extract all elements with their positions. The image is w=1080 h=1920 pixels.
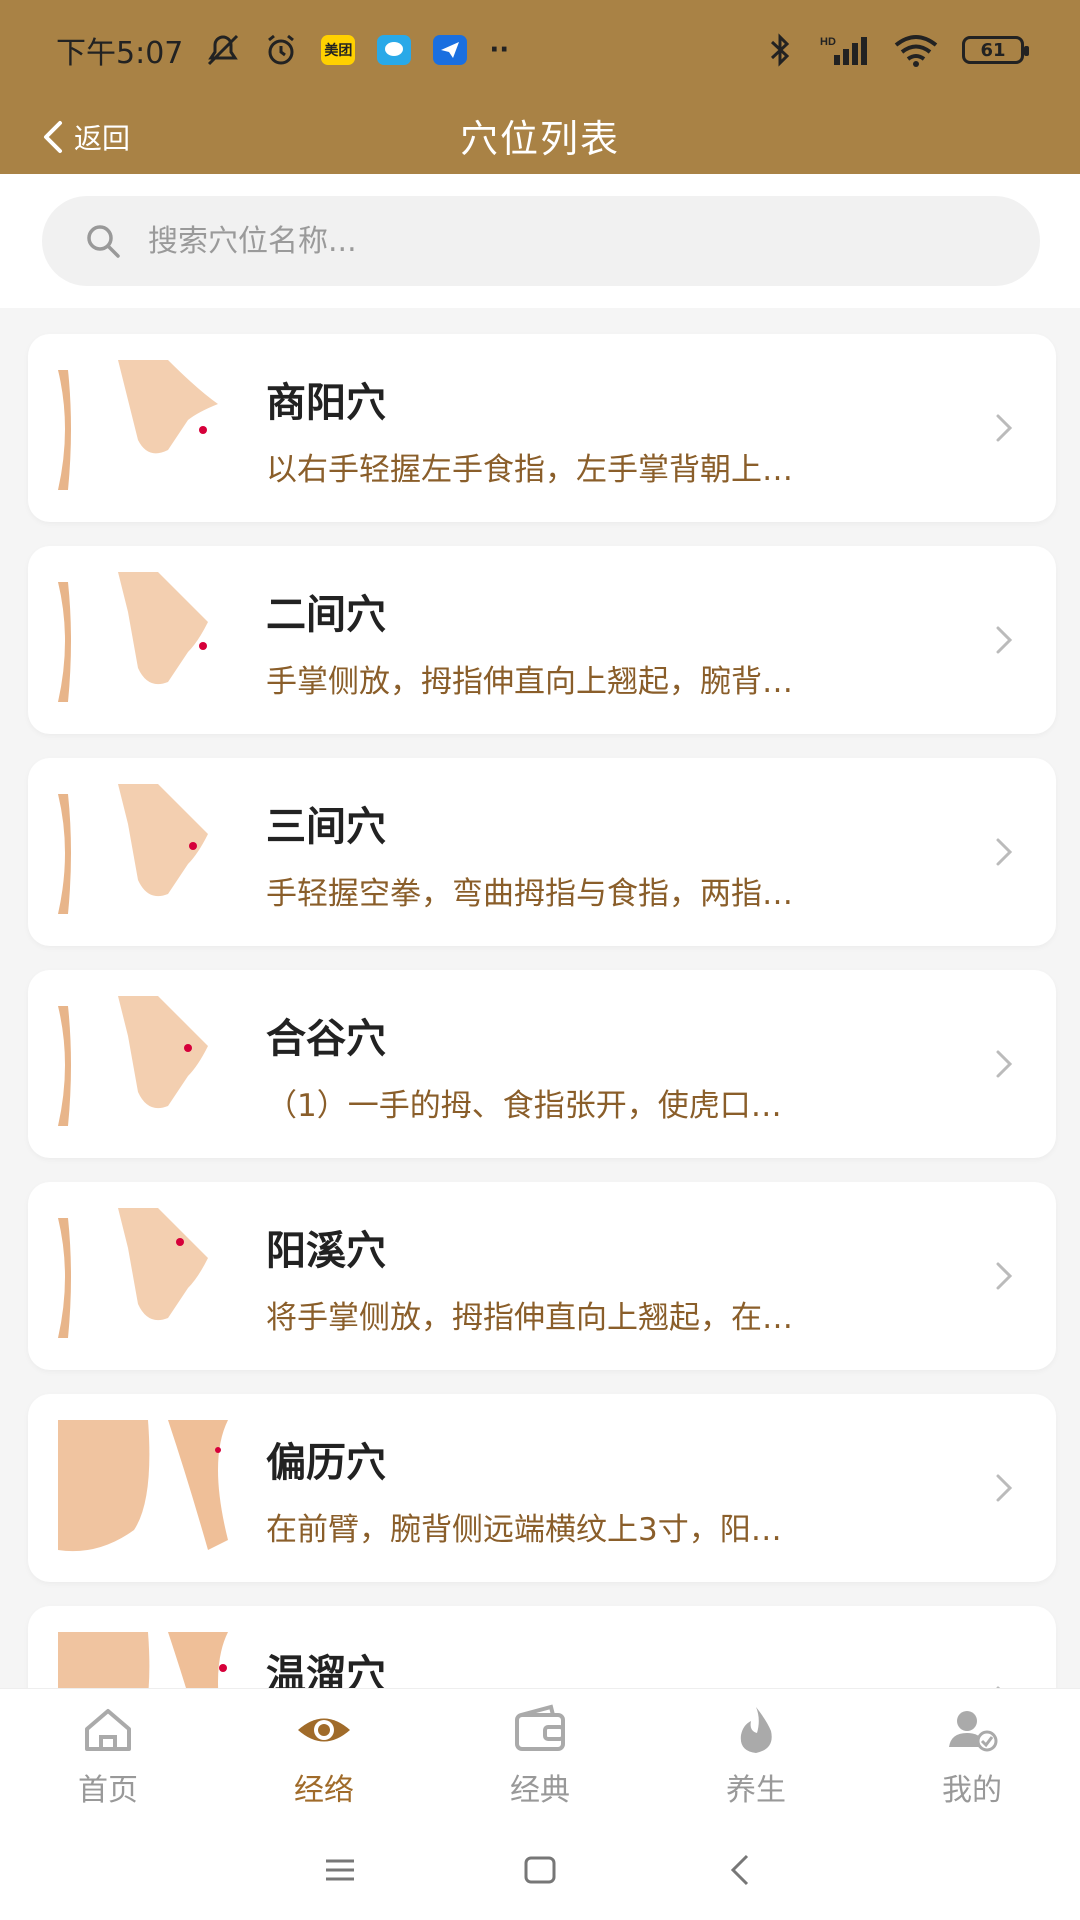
flame-icon bbox=[740, 1707, 772, 1753]
tab-label: 经络 bbox=[294, 1773, 354, 1808]
chevron-right-icon bbox=[996, 1050, 1013, 1078]
hand-thumbnail bbox=[58, 572, 258, 708]
alarm-icon bbox=[263, 32, 299, 68]
tab-label: 经典 bbox=[510, 1773, 570, 1808]
battery-indicator: 61 bbox=[962, 36, 1029, 64]
meituan-app-icon: 美团 bbox=[321, 35, 356, 65]
eye-icon bbox=[298, 1718, 350, 1742]
app-header: 下午5:07 美团 ·· HD 61 返回 穴位列表 bbox=[0, 0, 1080, 174]
more-notifications-icon: ·· bbox=[489, 35, 510, 65]
acupoint-item[interactable]: 阳溪穴 将手掌侧放，拇指伸直向上翘起，在… bbox=[28, 1182, 1056, 1370]
search-input[interactable] bbox=[146, 222, 950, 260]
acupoint-name: 合谷穴 bbox=[266, 1016, 386, 1062]
tab-home[interactable]: 首页 bbox=[0, 1689, 216, 1821]
acupoint-item[interactable]: 合谷穴 （1）一手的拇、食指张开，使虎口… bbox=[28, 970, 1056, 1158]
acupoint-desc: 手轻握空拳，弯曲拇指与食指，两指… bbox=[266, 876, 793, 912]
acupoint-desc: 将手掌侧放，拇指伸直向上翘起，在… bbox=[266, 1300, 793, 1336]
signal-icon: HD bbox=[820, 32, 870, 68]
acupoint-desc: （1）一手的拇、食指张开，使虎口… bbox=[266, 1088, 782, 1124]
tab-meridian[interactable]: 经络 bbox=[216, 1689, 432, 1821]
bluetooth-icon bbox=[762, 32, 798, 68]
acupoint-item[interactable]: 偏历穴 在前臂，腕背侧远端横纹上3寸，阳… bbox=[28, 1394, 1056, 1582]
search-icon bbox=[87, 225, 120, 258]
tab-profile[interactable]: 我的 bbox=[864, 1689, 1080, 1821]
acupoint-name: 偏历穴 bbox=[266, 1440, 386, 1486]
status-time: 下午5:07 bbox=[56, 36, 184, 71]
acupoint-item[interactable]: 二间穴 手掌侧放，拇指伸直向上翘起，腕背… bbox=[28, 546, 1056, 734]
system-nav-bar bbox=[0, 1820, 1080, 1920]
page-title: 穴位列表 bbox=[459, 117, 620, 161]
wifi-icon bbox=[892, 32, 940, 68]
status-bar: 下午5:07 美团 ·· HD 61 bbox=[0, 0, 1080, 100]
bird-app-icon bbox=[433, 35, 468, 65]
wallet-icon bbox=[515, 1704, 565, 1751]
acupoint-item[interactable]: 商阳穴 以右手轻握左手食指，左手掌背朝上… bbox=[28, 334, 1056, 522]
acupoint-name: 温溜穴 bbox=[266, 1652, 386, 1688]
square-icon bbox=[524, 1856, 556, 1884]
arm-thumbnail bbox=[58, 1420, 258, 1556]
home-button[interactable] bbox=[510, 1840, 570, 1900]
arm-thumbnail bbox=[58, 1632, 258, 1688]
tab-wellness[interactable]: 养生 bbox=[648, 1689, 864, 1821]
menu-button[interactable] bbox=[310, 1840, 370, 1900]
chevron-right-icon bbox=[996, 626, 1013, 654]
chevron-right-icon bbox=[996, 1474, 1013, 1502]
mute-alarm-icon bbox=[205, 32, 241, 68]
back-arrow-icon bbox=[730, 1854, 749, 1886]
hand-thumbnail bbox=[58, 784, 258, 920]
hand-thumbnail bbox=[58, 1208, 258, 1344]
acupoint-name: 阳溪穴 bbox=[266, 1228, 386, 1274]
search-box[interactable] bbox=[42, 196, 1040, 286]
acupoint-item[interactable]: 温溜穴 bbox=[28, 1606, 1056, 1688]
tab-label: 首页 bbox=[78, 1773, 138, 1808]
hand-thumbnail bbox=[58, 360, 258, 496]
menu-icon bbox=[326, 1859, 354, 1881]
acupoint-item[interactable]: 三间穴 手轻握空拳，弯曲拇指与食指，两指… bbox=[28, 758, 1056, 946]
chevron-right-icon bbox=[996, 414, 1013, 442]
home-icon bbox=[85, 1709, 131, 1751]
chat-app-icon bbox=[377, 35, 412, 65]
acupoint-name: 二间穴 bbox=[266, 592, 386, 638]
back-system-button[interactable] bbox=[710, 1840, 770, 1900]
search-section bbox=[0, 174, 1080, 308]
svg-text:HD: HD bbox=[820, 36, 836, 48]
hand-thumbnail bbox=[58, 996, 258, 1132]
acupoint-desc: 在前臂，腕背侧远端横纹上3寸，阳… bbox=[266, 1512, 782, 1548]
user-check-icon bbox=[949, 1711, 998, 1752]
chevron-right-icon bbox=[996, 838, 1013, 866]
acupoint-desc: 以右手轻握左手食指，左手掌背朝上… bbox=[266, 452, 793, 488]
acupoint-name: 三间穴 bbox=[266, 804, 386, 850]
bottom-tab-bar: 首页 经络 经典 养生 我的 bbox=[0, 1688, 1080, 1821]
nav-bar: 返回 穴位列表 bbox=[0, 100, 1080, 174]
chevron-right-icon bbox=[996, 1262, 1013, 1290]
tab-label: 养生 bbox=[726, 1773, 786, 1808]
tab-classics[interactable]: 经典 bbox=[432, 1689, 648, 1821]
acupoint-name: 商阳穴 bbox=[266, 380, 386, 426]
acupoint-desc: 手掌侧放，拇指伸直向上翘起，腕背… bbox=[266, 664, 793, 700]
tab-label: 我的 bbox=[942, 1773, 1002, 1808]
acupoint-list: 商阳穴 以右手轻握左手食指，左手掌背朝上… 二间穴 手掌侧放，拇指伸直向上翘起，… bbox=[0, 308, 1080, 1688]
